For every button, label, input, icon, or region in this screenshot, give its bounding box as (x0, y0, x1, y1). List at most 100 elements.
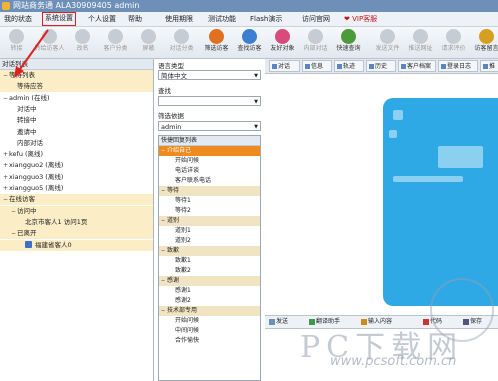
tree-row[interactable]: −等待列表 (0, 70, 153, 81)
chat-category-button[interactable]: 对话分类 (165, 28, 198, 57)
quick-search-button[interactable]: 快速查询 (332, 28, 365, 57)
tab-4[interactable]: 历史 (366, 60, 396, 72)
menu-item-4[interactable]: 帮助 (128, 12, 142, 26)
toolbar-button-label: 客户分类 (103, 45, 128, 52)
tree-row[interactable]: +xiangguo5 (离线) (0, 183, 153, 194)
menu-item-3[interactable]: 个人设置 (88, 12, 116, 26)
tree-row[interactable]: 等待应答 (0, 81, 153, 93)
tree-row-label: 等待列表 (9, 71, 35, 79)
tree-row[interactable]: 福建省客人0 (0, 239, 153, 251)
tree-row[interactable]: 转接中 (0, 115, 153, 126)
quick-reply-item[interactable]: 中间问候 (159, 326, 260, 336)
quick-reply-item[interactable]: 道别2 (159, 236, 260, 246)
tab-3[interactable]: 轨迹 (334, 60, 364, 72)
tab-7[interactable]: 推 (480, 60, 498, 72)
send-button[interactable]: 发送 (269, 316, 288, 328)
quick-reply-category[interactable]: − 介绍自己 (159, 146, 260, 156)
tab-label: 登录日志 (447, 63, 472, 70)
quick-reply-label: 开始问候 (175, 157, 200, 164)
visitor-icon (25, 241, 32, 248)
collapse-icon[interactable]: − (2, 93, 9, 104)
quick-reply-item[interactable]: 致歉1 (159, 256, 260, 266)
tab-6[interactable]: 登录日志 (438, 60, 478, 72)
tree-row-label: 在线访客 (9, 195, 35, 204)
quick-reply-item[interactable]: 电话详谈 (159, 166, 260, 176)
quick-reply-item[interactable]: 等待1 (159, 196, 260, 206)
quick-reply-category[interactable]: − 技术部专用 (159, 306, 260, 316)
collapse-icon[interactable]: − (10, 206, 17, 217)
quick-reply-category[interactable]: − 感谢 (159, 276, 260, 286)
find-visitor-button[interactable]: 查找访客 (233, 28, 266, 57)
quick-reply-category[interactable]: − 道别 (159, 216, 260, 226)
menu-item-7[interactable]: Flash演示 (250, 12, 282, 26)
quick-reply-item[interactable]: 致歉2 (159, 266, 260, 276)
tree-row[interactable]: 邀请中 (0, 127, 153, 138)
vip-service-link[interactable]: ❤ VIP客服 (344, 12, 377, 26)
transfer-visitor-button[interactable]: 转给访客人 (33, 28, 66, 57)
friend-button[interactable]: 友好对象 (266, 28, 299, 57)
menu-item-8[interactable]: 访问官网 (302, 12, 330, 26)
tree-row[interactable]: +kefu (离线) (0, 149, 153, 160)
quick-reply-item[interactable]: 开始问候 (159, 156, 260, 166)
tree-row[interactable]: 内部对话 (0, 138, 153, 149)
quick-reply-item[interactable]: 感谢1 (159, 286, 260, 296)
search-input[interactable]: ▼ (158, 96, 261, 106)
tab-icon (441, 64, 446, 69)
language-select[interactable]: 简体中文 ▼ (158, 70, 261, 80)
quick-reply-label: 技术部专用 (167, 307, 198, 314)
transfer-button[interactable]: 转接 (0, 28, 33, 57)
collapse-icon[interactable]: − (10, 228, 17, 239)
block-button[interactable]: 屏蔽 (132, 28, 165, 57)
quick-reply-label: 等待 (167, 187, 180, 194)
quick-reply-item[interactable]: 感谢2 (159, 296, 260, 306)
visitor-message-button[interactable]: 访客留言 (470, 28, 498, 57)
category-button[interactable]: 客户分类 (99, 28, 132, 57)
menu-item-6[interactable]: 测试功能 (208, 12, 236, 26)
tree-row[interactable]: 对话中 (0, 104, 153, 115)
tab-icon (272, 64, 277, 69)
collapse-icon[interactable]: − (2, 194, 9, 205)
quick-reply-label: 开始问候 (175, 317, 200, 324)
quick-reply-category[interactable]: − 致歉 (159, 246, 260, 256)
tree-row[interactable]: +xiangguo3 (离线) (0, 172, 153, 183)
quick-reply-label: 电话详谈 (175, 167, 200, 174)
expand-icon[interactable]: + (2, 172, 9, 183)
quick-reply-item[interactable]: 客户联系电话 (159, 176, 260, 186)
tree-row-label: 北京市客人1 访问1页 (25, 217, 88, 226)
tree-row[interactable]: −admin (在线) (0, 93, 153, 104)
rename-button[interactable]: 改名 (66, 28, 99, 57)
tree-row[interactable]: −已离开 (0, 228, 153, 240)
tree-row[interactable]: −在线访客 (0, 194, 153, 206)
tree-row[interactable]: +xiangguo2 (离线) (0, 160, 153, 171)
filter-visitor-button[interactable]: 筛选访客 (200, 28, 233, 57)
send-file-button[interactable]: 发送文件 (371, 28, 404, 57)
toolbar-button-label: 访客留言 (474, 45, 498, 52)
menu-item-5[interactable]: 使用期限 (165, 12, 193, 26)
expand-icon[interactable]: + (2, 183, 9, 194)
filter-select[interactable]: admin ▼ (158, 121, 261, 131)
quick-reply-category[interactable]: − 等待 (159, 186, 260, 196)
expand-icon[interactable]: + (2, 160, 9, 171)
quick-reply-label: 客户联系电话 (175, 177, 212, 184)
push-url-button[interactable]: 推送网址 (404, 28, 437, 57)
quick-reply-item[interactable]: 等待2 (159, 206, 260, 216)
tab-icon (483, 64, 488, 69)
tree-row[interactable]: 北京市客人1 访问1页 (0, 216, 153, 228)
tab-1[interactable]: 对话 (269, 60, 300, 72)
toolbar-button-label: 推送网址 (408, 45, 433, 52)
menu-item-1[interactable]: 我的状态 (4, 12, 32, 26)
request-review-button[interactable]: 请求评价 (437, 28, 470, 57)
tab-5[interactable]: 客户档案 (398, 60, 436, 72)
tab-label: 信息 (311, 63, 324, 70)
internal-chat-button[interactable]: 内部对话 (299, 28, 332, 57)
quick-reply-item[interactable]: 道别1 (159, 226, 260, 236)
tree-row[interactable]: −访问中 (0, 205, 153, 217)
tab-2[interactable]: 信息 (302, 60, 332, 72)
expand-icon[interactable]: + (2, 149, 9, 160)
quick-reply-item[interactable]: 开始问候 (159, 316, 260, 326)
tab-label: 对话 (278, 63, 291, 70)
collapse-icon[interactable]: − (2, 70, 9, 81)
menu-item-2[interactable]: 系统设置 (42, 12, 76, 26)
quick-reply-item[interactable]: 合作愉快 (159, 336, 260, 346)
filter-label: 筛选依据 (158, 112, 184, 120)
